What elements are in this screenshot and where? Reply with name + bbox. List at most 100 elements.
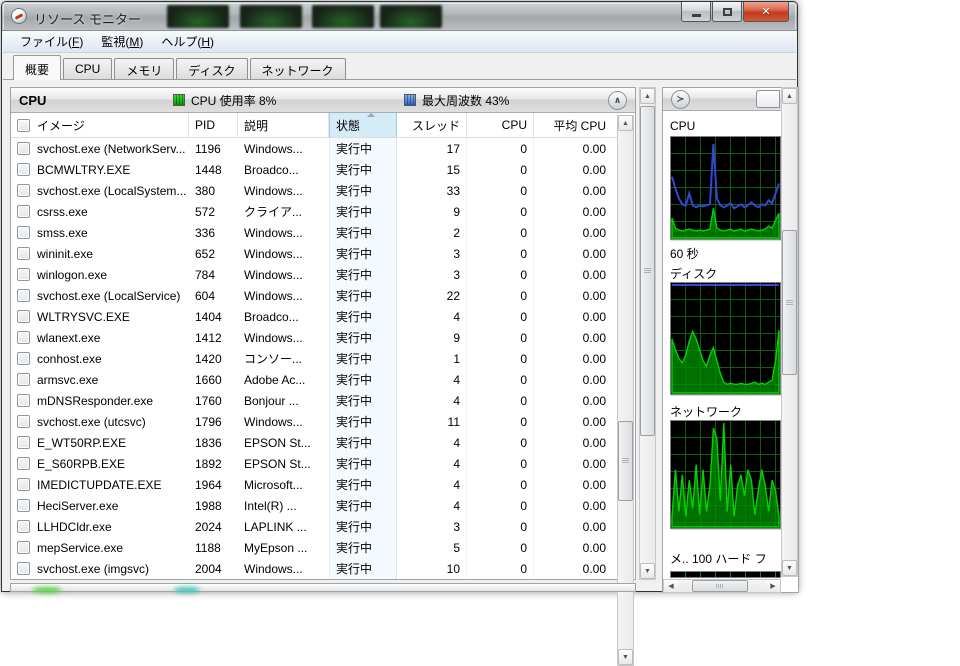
process-threads: 4	[397, 495, 467, 516]
column-header-pid[interactable]: PID	[189, 113, 238, 137]
background-window-ghost	[380, 5, 442, 28]
row-checkbox[interactable]	[17, 331, 30, 344]
cpu-section-header[interactable]: CPU CPU 使用率 8% 最大周波数 43% ∧	[11, 88, 635, 113]
menu-file[interactable]: ファイル(F)	[11, 31, 92, 52]
column-header-avg-cpu[interactable]: 平均 CPU	[534, 113, 612, 137]
row-checkbox[interactable]	[17, 205, 30, 218]
tab-network[interactable]: ネットワーク	[249, 58, 346, 79]
row-checkbox[interactable]	[17, 352, 30, 365]
table-row[interactable]: E_WT50RP.EXE 1836 EPSON St... 実行中 4 0 0.…	[11, 432, 618, 453]
table-row[interactable]: IMEDICTUPDATE.EXE 1964 Microsoft... 実行中 …	[11, 474, 618, 495]
scroll-down-icon[interactable]: ▼	[640, 563, 655, 579]
table-row[interactable]: csrss.exe 572 クライア... 実行中 9 0 0.00	[11, 201, 618, 222]
process-threads: 3	[397, 243, 467, 264]
table-row[interactable]: svchost.exe (utcsvc) 1796 Windows... 実行中…	[11, 411, 618, 432]
row-checkbox[interactable]	[17, 184, 30, 197]
title-bar[interactable]: リソース モニター ✕	[2, 2, 797, 31]
process-name: E_WT50RP.EXE	[37, 435, 127, 450]
column-header-status[interactable]: 状態	[329, 113, 397, 137]
graphs-horizontal-scrollbar[interactable]: ◀ ▶	[663, 579, 781, 593]
table-row[interactable]: mDNSResponder.exe 1760 Bonjour ... 実行中 4…	[11, 390, 618, 411]
table-scrollbar-thumb[interactable]	[618, 421, 633, 501]
row-checkbox[interactable]	[17, 310, 30, 323]
maximize-icon	[722, 7, 732, 16]
row-checkbox[interactable]	[17, 163, 30, 176]
row-checkbox[interactable]	[17, 520, 30, 533]
menu-help[interactable]: ヘルプ(H)	[152, 31, 223, 52]
row-checkbox[interactable]	[17, 142, 30, 155]
graphs-vertical-scrollbar[interactable]: ▲ ▼	[781, 87, 798, 577]
maximize-button[interactable]	[712, 2, 742, 22]
table-row[interactable]: smss.exe 336 Windows... 実行中 2 0 0.00	[11, 222, 618, 243]
table-row[interactable]: armsvc.exe 1660 Adobe Ac... 実行中 4 0 0.00	[11, 369, 618, 390]
process-status: 実行中	[329, 411, 397, 432]
row-checkbox[interactable]	[17, 289, 30, 302]
column-header-desc[interactable]: 説明	[238, 113, 329, 137]
background-window-ghost	[312, 5, 374, 28]
max-frequency-icon	[404, 94, 416, 106]
process-name: svchost.exe (NetworkServ...	[37, 141, 186, 156]
row-checkbox[interactable]	[17, 457, 30, 470]
tab-overview[interactable]: 概要	[13, 55, 62, 80]
scroll-up-icon[interactable]: ▲	[782, 88, 797, 104]
process-avg-cpu: 0.00	[582, 435, 606, 450]
process-status: 実行中	[329, 495, 397, 516]
minimize-button[interactable]	[681, 2, 711, 22]
row-checkbox[interactable]	[17, 247, 30, 260]
graphs-scrollbar-thumb[interactable]	[782, 230, 797, 375]
table-row[interactable]: mepService.exe 1188 MyEpson ... 実行中 5 0 …	[11, 537, 618, 558]
close-button[interactable]: ✕	[743, 2, 789, 22]
row-checkbox[interactable]	[17, 436, 30, 449]
collapse-section-button[interactable]: ∧	[608, 91, 627, 110]
row-checkbox[interactable]	[17, 499, 30, 512]
table-row[interactable]: wininit.exe 652 Windows... 実行中 3 0 0.00	[11, 243, 618, 264]
scroll-down-icon[interactable]: ▼	[618, 649, 633, 665]
tab-memory[interactable]: メモリ	[114, 58, 175, 79]
panel-partial-button[interactable]	[756, 90, 780, 108]
next-section-header[interactable]	[10, 583, 636, 592]
process-threads: 9	[397, 201, 467, 222]
column-header-threads[interactable]: スレッド	[397, 113, 467, 137]
row-checkbox[interactable]	[17, 394, 30, 407]
tab-disk[interactable]: ディスク	[176, 58, 248, 79]
table-row[interactable]: svchost.exe (LocalService) 604 Windows..…	[11, 285, 618, 306]
row-checkbox[interactable]	[17, 268, 30, 281]
row-checkbox[interactable]	[17, 415, 30, 428]
scroll-left-icon[interactable]: ◀	[664, 580, 678, 592]
process-desc: EPSON St...	[244, 456, 311, 471]
table-row[interactable]: svchost.exe (LocalSystem... 380 Windows.…	[11, 180, 618, 201]
table-row[interactable]: LLHDCldr.exe 2024 LAPLINK ... 実行中 3 0 0.…	[11, 516, 618, 537]
table-row[interactable]: conhost.exe 1420 コンソー... 実行中 1 0 0.00	[11, 348, 618, 369]
process-desc: Windows...	[244, 330, 303, 345]
table-row[interactable]: HeciServer.exe 1988 Intel(R) ... 実行中 4 0…	[11, 495, 618, 516]
row-checkbox[interactable]	[17, 226, 30, 239]
row-checkbox[interactable]	[17, 541, 30, 554]
process-desc: Windows...	[244, 183, 303, 198]
menu-monitor[interactable]: 監視(M)	[92, 31, 152, 52]
table-row[interactable]: svchost.exe (imgsvc) 2004 Windows... 実行中…	[11, 558, 618, 579]
column-header-cpu[interactable]: CPU	[467, 113, 534, 137]
select-all-checkbox[interactable]	[17, 118, 30, 132]
scroll-down-icon[interactable]: ▼	[782, 560, 797, 576]
tab-cpu[interactable]: CPU	[63, 58, 113, 79]
row-checkbox[interactable]	[17, 478, 30, 491]
expand-panel-button[interactable]: ≻	[671, 90, 690, 109]
table-row[interactable]: winlogon.exe 784 Windows... 実行中 3 0 0.00	[11, 264, 618, 285]
process-threads: 5	[397, 537, 467, 558]
process-threads: 4	[397, 453, 467, 474]
row-checkbox[interactable]	[17, 373, 30, 386]
process-pid: 1420	[195, 351, 222, 366]
scroll-right-icon[interactable]: ▶	[766, 580, 780, 592]
overview-scrollbar-thumb[interactable]	[640, 106, 655, 436]
overview-vertical-scrollbar[interactable]: ▲ ▼	[639, 87, 656, 580]
table-row[interactable]: E_S60RPB.EXE 1892 EPSON St... 実行中 4 0 0.…	[11, 453, 618, 474]
table-row[interactable]: BCMWLTRY.EXE 1448 Broadco... 実行中 15 0 0.…	[11, 159, 618, 180]
scroll-up-icon[interactable]: ▲	[618, 115, 633, 131]
scroll-up-icon[interactable]: ▲	[640, 88, 655, 104]
table-row[interactable]: svchost.exe (NetworkServ... 1196 Windows…	[11, 138, 618, 159]
table-row[interactable]: wlanext.exe 1412 Windows... 実行中 9 0 0.00	[11, 327, 618, 348]
graphs-hscrollbar-thumb[interactable]	[692, 580, 748, 592]
row-checkbox[interactable]	[17, 562, 30, 575]
column-header-image[interactable]: イメージ	[11, 113, 189, 137]
table-row[interactable]: WLTRYSVC.EXE 1404 Broadco... 実行中 4 0 0.0…	[11, 306, 618, 327]
